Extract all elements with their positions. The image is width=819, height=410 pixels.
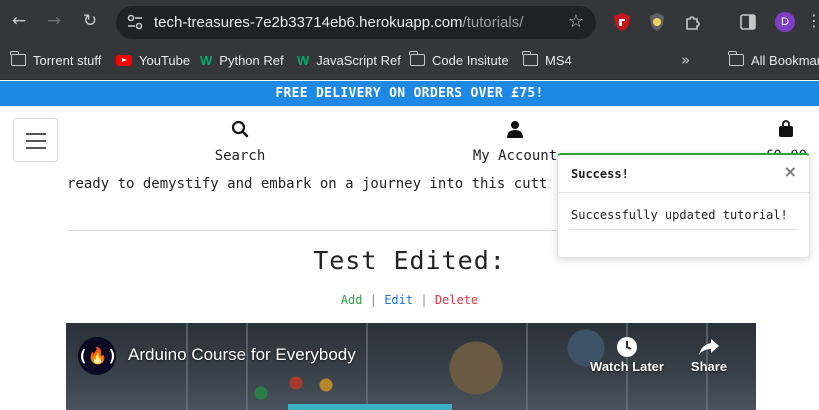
profile-avatar[interactable]: D [775,12,795,32]
w3schools-icon: W [200,52,213,68]
bookmark-code-institute[interactable]: Code Insitute [409,45,509,75]
share-button[interactable]: Share [684,335,734,374]
all-bookmarks[interactable]: All Bookmarks [728,45,819,75]
w3schools-icon: W [297,52,310,68]
bookmark-youtube[interactable]: YouTube [116,45,190,75]
folder-icon [10,51,26,66]
watch-later-button[interactable]: Watch Later [590,335,664,374]
freecodecamp-channel-icon[interactable]: (🔥) [78,337,117,375]
action-separator: | [420,293,428,307]
folder-icon [728,51,744,66]
toast-divider [569,229,798,230]
clock-icon [617,337,637,357]
video-thumbnail-board [288,404,452,410]
browser-toolbar: ← → ↻ tech-treasures-7e2b33714eb6.heroku… [0,0,819,45]
toast-title: Success! [571,167,629,181]
tutorial-intro-text: ready to demystify and embark on a journ… [67,176,548,192]
site-info-icon[interactable] [126,14,144,31]
bookmark-python-ref[interactable]: W Python Ref [200,45,284,75]
success-toast: Success! × Successfully updated tutorial… [557,153,810,258]
bookmark-javascript-ref[interactable]: W JavaScript Ref [297,45,401,75]
address-bar[interactable]: tech-treasures-7e2b33714eb6.herokuapp.co… [116,6,596,39]
nav-my-account[interactable]: My Account [470,120,560,164]
tutorial-actions: Add | Edit | Delete [0,293,819,307]
delete-tutorial-link[interactable]: Delete [435,293,478,307]
side-panel-icon[interactable] [738,12,758,32]
add-tutorial-link[interactable]: Add [341,293,363,307]
back-arrow-icon[interactable]: ← [8,10,30,32]
bookmarks-overflow-chevron-icon[interactable]: » [681,51,690,69]
video-title[interactable]: Arduino Course for Everybody [128,345,356,365]
toast-message: Successfully updated tutorial! [571,208,788,222]
search-icon [231,120,249,138]
free-delivery-banner: FREE DELIVERY ON ORDERS OVER £75! [0,81,819,106]
youtube-video-embed[interactable]: (🔥) Arduino Course for Everybody Watch L… [66,323,756,410]
bookmarks-bar: Torrent stuff YouTube W Python Ref W Jav… [0,45,819,80]
action-separator: | [369,293,377,307]
menu-toggle-button[interactable] [13,118,58,162]
nav-account-label: My Account [472,148,558,164]
bookmark-star-icon[interactable]: ☆ [568,11,584,32]
ublock-extension-icon[interactable] [612,12,632,32]
hamburger-icon [26,133,46,135]
shopping-bag-icon [779,120,793,137]
reload-icon[interactable]: ↻ [79,10,101,32]
folder-icon [409,51,425,66]
nav-search[interactable]: Search [213,120,267,164]
close-icon[interactable]: × [784,162,797,181]
bookmark-torrent-stuff[interactable]: Torrent stuff [10,45,101,75]
extensions-puzzle-icon[interactable] [683,12,703,32]
nav-search-label: Search [214,148,266,164]
share-arrow-icon [699,339,719,355]
user-icon [507,121,523,138]
extension-shield-icon[interactable] [647,12,667,32]
bookmark-ms4[interactable]: MS4 [522,45,572,75]
youtube-icon [116,54,132,66]
forward-arrow-icon[interactable]: → [43,10,65,32]
toast-divider [558,192,809,193]
browser-menu-icon[interactable]: ⋮ [806,11,819,31]
url-text[interactable]: tech-treasures-7e2b33714eb6.herokuapp.co… [154,14,523,31]
edit-tutorial-link[interactable]: Edit [384,293,413,307]
folder-icon [522,51,538,66]
